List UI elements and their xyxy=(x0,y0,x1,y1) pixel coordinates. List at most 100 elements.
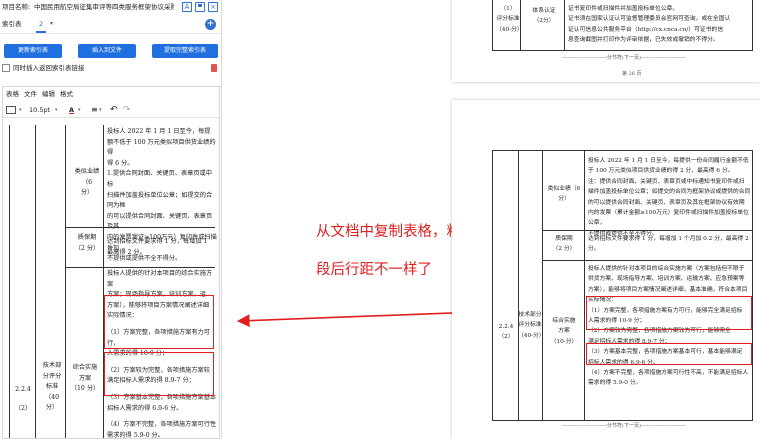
text-line: 分。 xyxy=(588,246,600,253)
text-line: 分评分 xyxy=(42,372,62,380)
text-line: （2 分） xyxy=(74,244,100,252)
text-line: 分） xyxy=(45,404,59,412)
warranty-text: 达到招标文件要求得 1 分，每增加 1 个月加 0.2 分，最高得 2 分。 xyxy=(588,234,752,255)
text-line: 注：提供合同封面、关键页、表章页或中标通知书复印件或扫 xyxy=(588,178,745,185)
chevron-down-icon[interactable]: ▾ xyxy=(99,102,102,118)
text-line: 技术部 xyxy=(42,362,62,369)
text-line: （2） xyxy=(14,404,32,412)
text-line: 方案），能够将项目方案情况阐述详细，基本准确，符合本项目 xyxy=(588,286,748,293)
plan-score-label: 综合实施 方案 （10-分） xyxy=(544,316,584,347)
font-color-icon[interactable]: A xyxy=(69,102,74,118)
category-warranty: 质保期 （2 分） xyxy=(544,234,584,255)
text-line: （40-分） xyxy=(518,332,545,339)
text-line: 标准 xyxy=(45,383,59,391)
editor-menubar: 表格 文件 编辑 格式 xyxy=(3,87,219,101)
cert-text: 证书复印件或扫描件并加盖投标单位公章。 证书须在国家认证认可监督管理委员会官网可… xyxy=(568,4,752,46)
warranty-text: 达到招标文件要求得 1 分，每增加 1 最高得 2 分。 xyxy=(107,237,217,258)
text-line: （2 分） xyxy=(552,246,576,253)
text-line: 的可以提供合同封面、关键页、表章页及其在框架协议有效期 xyxy=(588,199,745,206)
text-line: 扫描件加盖投标单位公章；如提交的合同为框 xyxy=(107,191,213,210)
text-line: 最高得 2 分。 xyxy=(107,248,146,256)
sync-link-label: 同时插入返回索引表链接 xyxy=(13,64,85,72)
redo-icon[interactable]: ↷ xyxy=(123,102,131,118)
text-line: 2.2.4 xyxy=(498,324,514,330)
text-line: 投标人提供的针对本项目的综合实施方案 xyxy=(107,270,213,288)
text-line: 证书须在国家认证认可监督管理委员会官网可查询，或在全国认 xyxy=(568,16,731,23)
chevron-down-icon[interactable]: ▾ xyxy=(50,16,53,32)
menu-table[interactable]: 表格 xyxy=(6,87,19,101)
save-icon[interactable] xyxy=(195,2,205,12)
text-line: 1.提供合同封面、关键页、表章页或中标 xyxy=(107,170,212,188)
page-footer: 第 26 页 xyxy=(622,71,642,77)
plan-score-label: 综合实施 方案 （10 分） xyxy=(67,363,103,395)
text-line: 分） xyxy=(558,196,570,203)
row-number: 2.2.4 （2） xyxy=(494,322,518,343)
tab-index-count[interactable]: 2 xyxy=(36,16,47,33)
text-line: 分） xyxy=(80,189,94,197)
chevron-down-icon[interactable]: ▾ xyxy=(55,102,58,118)
text-line: 需求的得 5.9-0 分。 xyxy=(588,380,642,387)
cert-label: 体系认证 （2分） xyxy=(524,6,564,27)
text-line: 供货方案、现场指导方案、培训方案、运输方案、应急预案等 xyxy=(588,276,745,283)
text-line: 质保期 xyxy=(555,236,573,242)
add-circle-icon[interactable]: + xyxy=(205,19,216,30)
text-line: 招标人需求的得 6.9-6 分。 xyxy=(107,404,183,412)
text-line: 额不低于 100 万元类似项目供货业绩的得 xyxy=(107,138,216,157)
text-line: 达到招标文件要求得 1 分，每增加 1 个月加 0.2 分，最高得 2 xyxy=(588,236,749,242)
sync-link-checkbox[interactable] xyxy=(2,64,10,72)
text-line: 内的发票（累计金额≥100万元）复印件或扫描件加盖投标单位公章， xyxy=(588,210,749,227)
text-line: （2） xyxy=(498,334,514,341)
text-line: （2分） xyxy=(533,18,555,25)
text-line: 投标人提供的针对本项目的综合实施方案（方案包括但不限于 xyxy=(588,266,745,272)
text-line: 需求的得 5.9-0 分。 xyxy=(107,431,164,439)
text-line: 于 100 万元类似项目供货业绩的得 2 分，最高得 6 分。 xyxy=(588,168,734,175)
text-line: 质保期 xyxy=(77,234,97,241)
editor-toolbar: ▾ 10.5pt ▾ A ▾ ≡ ▾ ↶ ↷ xyxy=(3,102,219,118)
align-icon[interactable]: ≡ xyxy=(91,102,98,118)
menu-file[interactable]: 文件 xyxy=(24,87,37,101)
editor-document[interactable]: 投标人 2022 年 1 月 1 日至今，每提 额不低于 100 万元类似项目供… xyxy=(3,119,219,439)
category-contract: 类似业绩（6 分） xyxy=(544,184,584,205)
contract-text: 投标人 2022 年 1 月 1 日至今，每提供一份合同履行金额不低 于 100… xyxy=(588,156,752,239)
text-line: （10 分） xyxy=(70,385,100,393)
text-style-icon[interactable]: A xyxy=(182,2,192,12)
text-line: 方案 xyxy=(558,328,570,335)
text-line: 技术部分 xyxy=(518,312,542,318)
text-line: 方案 xyxy=(78,374,92,382)
text-line: （10-分） xyxy=(550,338,578,345)
text-line: 评分标准 xyxy=(496,16,520,23)
text-line: 得 6 分。 xyxy=(107,159,134,167)
text-line: （4）方案不完整，各项措施方案可行性 xyxy=(107,421,217,429)
project-name: 中国民用航空局征集审评等四类服务框架协议采购项目(第二 xyxy=(34,3,174,11)
table-icon[interactable] xyxy=(6,106,16,114)
document-page-top: （1） 评分标准 （40-分） 体系认证 （2分） 证书复印件或扫描件并加盖投标… xyxy=(452,0,760,82)
text-line: 息查询截图并打印作为评审依据，已失效或撤销的不得分。 xyxy=(568,37,719,44)
row-number: 2.2.4 （2） xyxy=(11,385,35,414)
menu-edit[interactable]: 编辑 xyxy=(42,87,55,101)
tab-index-table-label: 索引表 xyxy=(2,20,22,28)
highlight-box xyxy=(586,343,752,365)
text-line: 综合实施 xyxy=(72,364,98,371)
text-line: 类似业绩（6 xyxy=(74,168,100,186)
close-square-icon[interactable]: × xyxy=(208,2,218,12)
text-line: 2.2.4 xyxy=(15,386,31,393)
update-index-button[interactable]: 更新索引表 xyxy=(4,44,62,58)
section-break-label: —————————分节符(下一页)————————— xyxy=(562,423,686,429)
text-line: （40 xyxy=(44,393,60,401)
text-line: 证认可信息公共服务平台（http://cx.cnca.cn/）可证书的信 xyxy=(568,26,724,33)
chevron-down-icon[interactable]: ▾ xyxy=(19,102,22,118)
text-line: 的可以提供合同封面、关键页、表章页及其 xyxy=(107,212,213,231)
insert-to-file-button[interactable]: 插入到文件 xyxy=(78,44,136,58)
font-size-select[interactable]: 10.5pt xyxy=(29,102,50,118)
category-warranty: 质保期 （2 分） xyxy=(71,233,103,254)
tech-score-label: 技术部 分评分 标准 （40 分） xyxy=(39,361,65,414)
project-label: 项目名称: xyxy=(2,3,31,11)
menu-format[interactable]: 格式 xyxy=(60,87,73,101)
trash-icon[interactable] xyxy=(211,64,217,72)
extract-index-button[interactable]: 提取完整索引表 xyxy=(152,44,218,58)
text-line: （1） xyxy=(500,6,516,12)
text-line: 体系认证 xyxy=(532,8,556,14)
undo-icon[interactable]: ↶ xyxy=(110,102,118,118)
chevron-down-icon[interactable]: ▾ xyxy=(78,102,81,118)
index-tabs: 索引表 2 ▾ + xyxy=(0,16,221,34)
